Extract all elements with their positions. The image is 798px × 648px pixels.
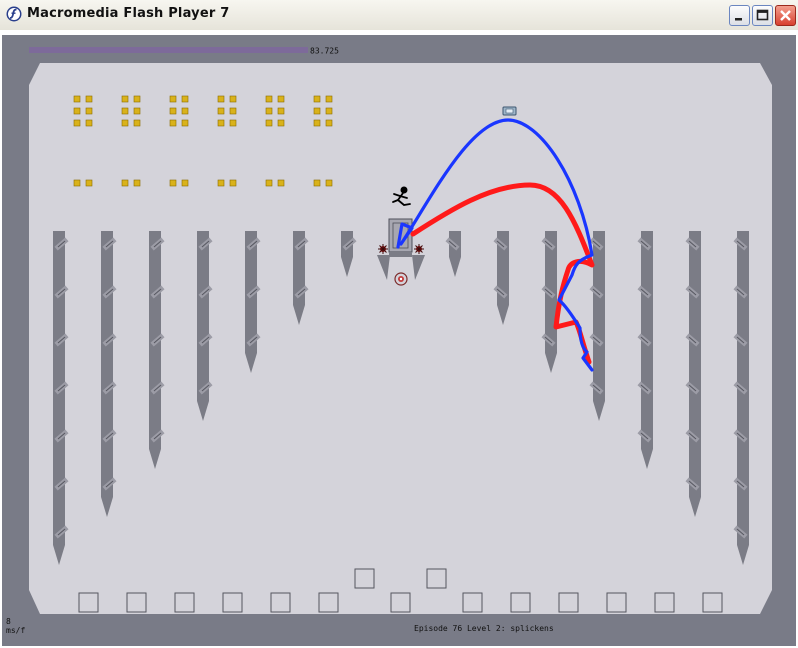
gold-piece bbox=[85, 107, 93, 115]
gold-piece bbox=[217, 107, 225, 115]
close-icon bbox=[780, 10, 791, 21]
gold-piece bbox=[181, 179, 189, 187]
switch-icon bbox=[502, 106, 517, 116]
gold-piece bbox=[229, 179, 237, 187]
gold-piece bbox=[265, 179, 273, 187]
maximize-button[interactable] bbox=[752, 5, 773, 26]
gold-piece bbox=[325, 179, 333, 187]
gold-piece bbox=[229, 107, 237, 115]
gold-piece bbox=[277, 95, 285, 103]
gold-piece bbox=[73, 95, 81, 103]
gold-piece bbox=[169, 107, 177, 115]
gold-piece bbox=[73, 119, 81, 127]
gold-piece bbox=[73, 107, 81, 115]
gold-piece bbox=[121, 119, 129, 127]
title-bar[interactable]: Macromedia Flash Player 7 bbox=[0, 0, 798, 31]
gold-piece bbox=[325, 107, 333, 115]
gold-piece bbox=[277, 179, 285, 187]
gold-piece bbox=[133, 179, 141, 187]
wall-column bbox=[689, 231, 701, 517]
gold-piece bbox=[133, 119, 141, 127]
wall-column bbox=[737, 231, 749, 565]
fps-unit: ms/f bbox=[6, 626, 25, 635]
gold-piece bbox=[265, 107, 273, 115]
gold-piece bbox=[313, 95, 321, 103]
gold-piece bbox=[85, 179, 93, 187]
wall-column bbox=[53, 231, 65, 565]
gold-piece bbox=[325, 95, 333, 103]
flash-icon bbox=[6, 6, 22, 22]
wall-column bbox=[245, 231, 257, 373]
maximize-icon bbox=[756, 9, 769, 21]
gold-piece bbox=[133, 107, 141, 115]
gold-piece bbox=[85, 119, 93, 127]
time-remaining: 83.725 bbox=[310, 47, 339, 56]
time-bar bbox=[29, 47, 308, 53]
gold-piece bbox=[265, 95, 273, 103]
gold-piece bbox=[265, 119, 273, 127]
gold-piece bbox=[181, 119, 189, 127]
wall-column bbox=[545, 231, 557, 373]
gold-piece bbox=[313, 107, 321, 115]
gold-piece bbox=[217, 179, 225, 187]
flash-player-window: Macromedia Flash Player 7 83.725 8 ms/f … bbox=[0, 0, 798, 648]
gold-piece bbox=[313, 119, 321, 127]
gold-piece bbox=[277, 107, 285, 115]
gold-piece bbox=[325, 119, 333, 127]
close-button[interactable] bbox=[775, 5, 796, 26]
gold-piece bbox=[217, 119, 225, 127]
gold-piece bbox=[121, 107, 129, 115]
gold-piece bbox=[277, 119, 285, 127]
gold-piece bbox=[181, 95, 189, 103]
level-floor bbox=[29, 63, 772, 614]
gold-piece bbox=[313, 179, 321, 187]
game-stage[interactable]: 83.725 8 ms/f Episode 76 Level 2: splick… bbox=[0, 30, 798, 648]
minimize-icon bbox=[735, 18, 742, 21]
gold-piece bbox=[73, 179, 81, 187]
gold-piece bbox=[169, 119, 177, 127]
mine-icon bbox=[378, 244, 388, 254]
minimize-button[interactable] bbox=[729, 5, 750, 26]
window-title: Macromedia Flash Player 7 bbox=[27, 6, 230, 21]
gold-piece bbox=[169, 179, 177, 187]
episode-label: Episode 76 Level 2: splickens bbox=[414, 624, 554, 633]
gold-piece bbox=[85, 95, 93, 103]
gold-piece bbox=[181, 107, 189, 115]
gold-piece bbox=[121, 95, 129, 103]
gold-piece bbox=[121, 179, 129, 187]
gold-piece bbox=[133, 95, 141, 103]
gold-piece bbox=[217, 95, 225, 103]
mine-icon bbox=[414, 244, 424, 254]
wall-column bbox=[101, 231, 113, 517]
gold-piece bbox=[229, 119, 237, 127]
fps-value: 8 bbox=[6, 617, 11, 626]
game-area[interactable]: 83.725 8 ms/f Episode 76 Level 2: splick… bbox=[0, 30, 798, 648]
gold-piece bbox=[229, 95, 237, 103]
gold-piece bbox=[169, 95, 177, 103]
